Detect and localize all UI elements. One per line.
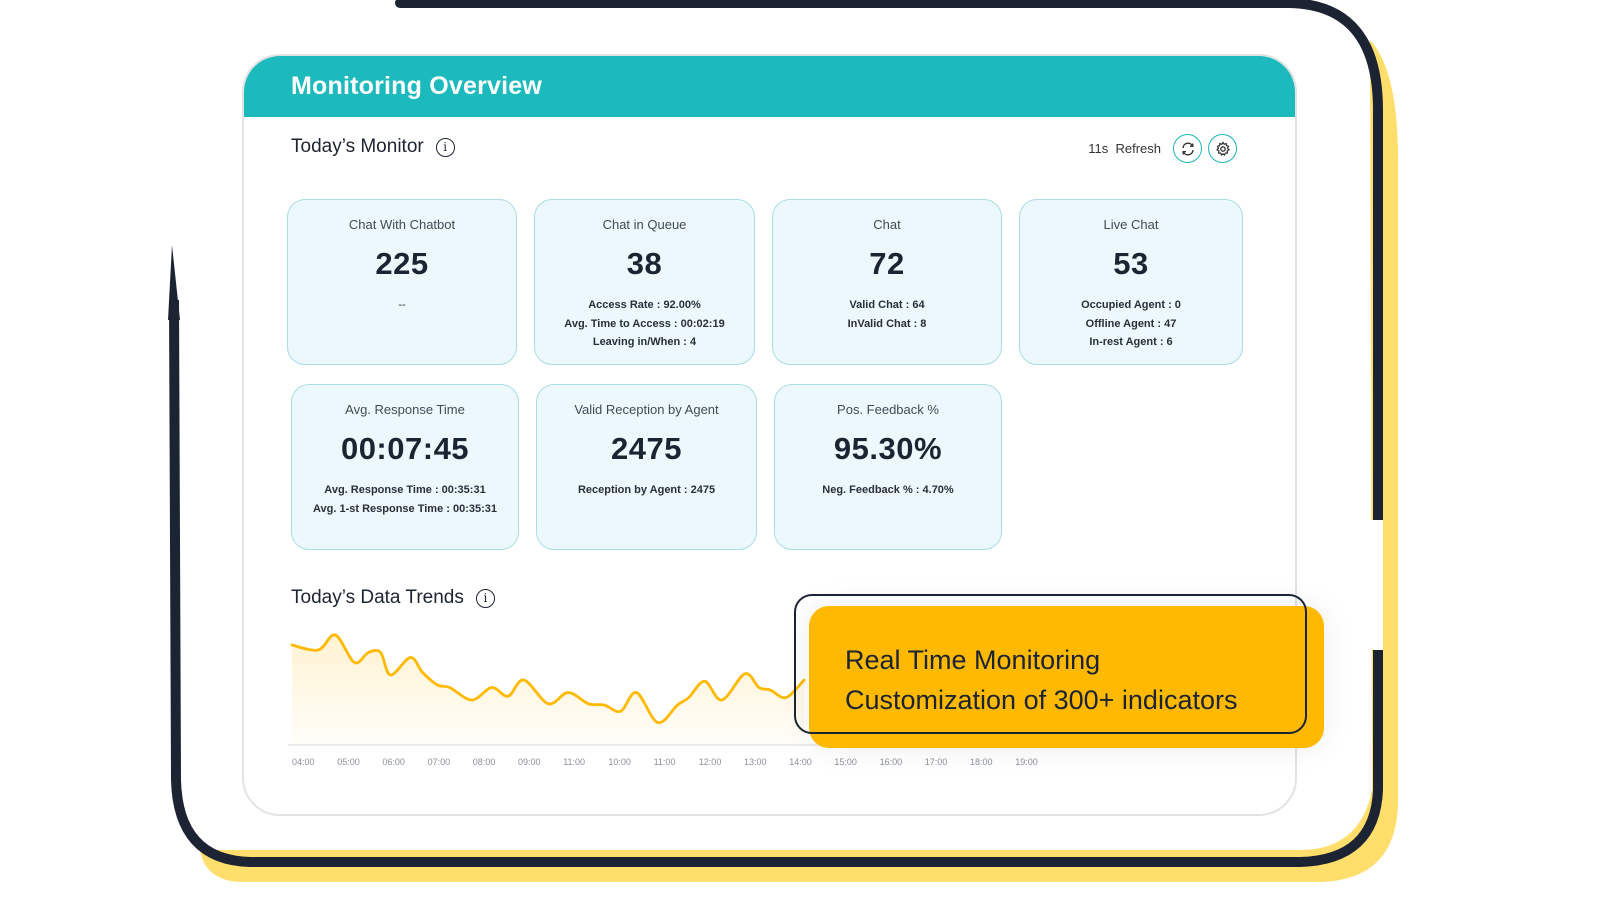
refresh-status: 11s Refresh xyxy=(1088,141,1161,156)
x-tick-label: 08:00 xyxy=(473,757,496,767)
card-detail: -- xyxy=(288,296,516,315)
card-live-chat[interactable]: Live Chat 53 Occupied Agent : 0 Offline … xyxy=(1019,199,1243,365)
x-tick-label: 11:00 xyxy=(563,757,585,767)
card-value: 00:07:45 xyxy=(340,431,470,466)
card-detail-line: Occupied Agent : 0 xyxy=(1081,299,1181,311)
card-avg-response-time[interactable]: Avg. Response Time 00:07:45 Avg. Respons… xyxy=(291,384,519,550)
frame-dark-top-taper xyxy=(400,2,700,7)
card-detail-line: Reception by Agent : 2475 xyxy=(577,484,716,496)
section-title: Today’s Monitor xyxy=(291,136,424,157)
card-detail: Avg. Response Time : 00:35:31 Avg. 1-st … xyxy=(292,481,518,518)
card-label: Valid Reception by Agent xyxy=(574,402,719,417)
x-tick-label: 13:00 xyxy=(744,757,767,767)
x-tick-label: 07:00 xyxy=(428,757,451,767)
card-value: 53 xyxy=(1113,246,1149,281)
card-detail-line: Avg. Response Time : 00:35:31 xyxy=(324,484,486,496)
card-value: 2475 xyxy=(611,431,682,466)
card-value: 225 xyxy=(375,246,429,281)
card-label: Pos. Feedback % xyxy=(837,402,939,417)
x-tick-label: 06:00 xyxy=(382,757,405,767)
card-detail: Occupied Agent : 0 Offline Agent : 47 In… xyxy=(1020,296,1242,352)
card-label: Avg. Response Time xyxy=(345,402,465,417)
x-tick-label: 16:00 xyxy=(880,757,903,767)
feature-callout-text: Real Time Monitoring Customization of 30… xyxy=(845,640,1237,720)
callout-line: Customization of 300+ indicators xyxy=(845,685,1238,715)
x-tick-label: 14:00 xyxy=(789,757,812,767)
card-label: Live Chat xyxy=(1103,217,1159,232)
refresh-label: Refresh xyxy=(1115,141,1161,156)
card-detail-line: In-rest Agent : 6 xyxy=(1089,336,1173,348)
card-valid-reception[interactable]: Valid Reception by Agent 2475 Reception … xyxy=(536,384,757,550)
card-detail-line: Avg. 1-st Response Time : 00:35:31 xyxy=(312,502,497,515)
card-detail: Access Rate : 92.00% Avg. Time to Access… xyxy=(535,296,754,352)
panel-header: Monitoring Overview xyxy=(244,56,1295,117)
card-label: Chat in Queue xyxy=(602,217,687,232)
x-tick-label: 17:00 xyxy=(925,757,948,767)
x-tick-label: 11:00 xyxy=(654,757,676,767)
x-tick-label: 09:00 xyxy=(518,757,541,767)
x-tick-label: 10:00 xyxy=(608,757,631,767)
todays-monitor-heading: Today’s Monitor i xyxy=(291,136,455,158)
x-tick-label: 12:00 xyxy=(699,757,722,767)
card-pos-feedback[interactable]: Pos. Feedback % 95.30% Neg. Feedback % :… xyxy=(774,384,1002,550)
card-label: Chat xyxy=(873,217,901,232)
info-icon[interactable]: i xyxy=(435,137,455,157)
card-value: 72 xyxy=(869,246,905,281)
x-tick-label: 05:00 xyxy=(337,757,360,767)
card-chat[interactable]: Chat 72 Valid Chat : 64 InValid Chat : 8 xyxy=(772,199,1002,365)
x-tick-label: 18:00 xyxy=(970,757,993,767)
card-detail: Reception by Agent : 2475 xyxy=(537,481,756,500)
card-detail-line: Neg. Feedback % : 4.70% xyxy=(822,484,954,496)
card-detail: Valid Chat : 64 InValid Chat : 8 xyxy=(773,296,1001,333)
card-detail-line: -- xyxy=(398,299,406,311)
x-tick-label: 04:00 xyxy=(292,757,315,767)
info-icon[interactable]: i xyxy=(475,588,495,608)
settings-button[interactable] xyxy=(1208,134,1237,163)
card-detail-line: Leaving in/When : 4 xyxy=(592,336,697,348)
data-trends-heading: Today’s Data Trends i xyxy=(291,587,495,609)
section-title: Today’s Data Trends xyxy=(291,587,464,608)
refresh-interval: 11s xyxy=(1088,141,1109,156)
x-tick-labels: 04:00 05:00 06:00 07:00 08:00 09:00 11:00 10:00… xyxy=(292,757,1038,767)
card-chat-in-queue[interactable]: Chat in Queue 38 Access Rate : 92.00% Av… xyxy=(534,199,755,365)
card-detail-line: Access Rate : 92.00% xyxy=(588,299,701,311)
card-detail-line: Offline Agent : 47 xyxy=(1085,317,1177,330)
card-detail-line: InValid Chat : 8 xyxy=(847,317,927,330)
refresh-controls: 11s Refresh xyxy=(1088,134,1237,163)
card-detail: Neg. Feedback % : 4.70% xyxy=(775,481,1001,500)
card-value: 95.30% xyxy=(833,431,943,466)
card-detail-line: Valid Chat : 64 xyxy=(849,299,925,311)
callout-line: Real Time Monitoring xyxy=(845,645,1101,675)
card-label: Chat With Chatbot xyxy=(348,217,456,232)
frame-dark-left-taper xyxy=(168,245,180,320)
page-title: Monitoring Overview xyxy=(291,72,543,100)
x-tick-label: 15:00 xyxy=(834,757,857,767)
card-detail-line: Avg. Time to Access : 00:02:19 xyxy=(564,317,725,330)
refresh-icon xyxy=(1181,142,1194,155)
refresh-button[interactable] xyxy=(1173,134,1202,163)
card-chat-with-chatbot[interactable]: Chat With Chatbot 225 -- xyxy=(287,199,517,365)
x-tick-label: 19:00 xyxy=(1015,757,1038,767)
card-value: 38 xyxy=(626,246,663,281)
gear-icon xyxy=(1215,140,1230,156)
